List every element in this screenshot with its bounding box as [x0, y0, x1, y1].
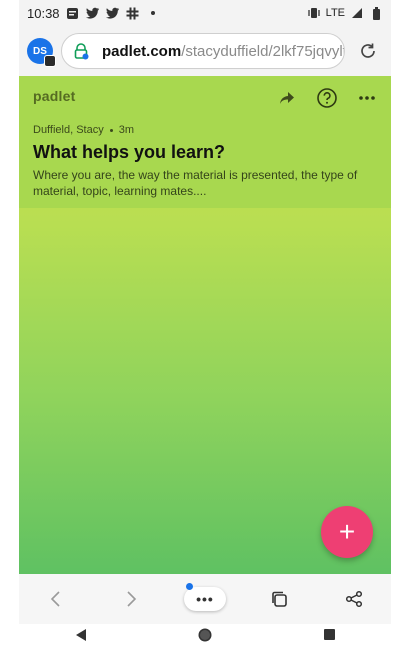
more-horizontal-icon [359, 96, 375, 100]
square-recents-icon [324, 629, 336, 640]
twitter-icon [85, 6, 100, 20]
triangle-back-icon [75, 628, 86, 641]
author-name: Duffield, Stacy [33, 124, 104, 136]
meta-separator-icon [109, 128, 113, 132]
system-nav-bar [19, 624, 391, 650]
chevron-left-icon [51, 591, 60, 607]
nav-home-button[interactable] [197, 627, 213, 648]
back-button[interactable] [35, 581, 77, 617]
lock-icon[interactable] [72, 42, 90, 60]
chevron-right-icon [127, 591, 136, 607]
help-icon [317, 88, 337, 108]
nav-recents-button[interactable] [323, 628, 336, 646]
slack-icon [126, 6, 140, 20]
share-arrow-icon [280, 92, 294, 104]
padlet-description: Where you are, the way the material is p… [33, 168, 358, 198]
circle-home-icon [198, 628, 212, 641]
account-avatar[interactable]: DS [27, 38, 56, 67]
forward-button[interactable] [110, 581, 152, 617]
browser-toolbar: ••• [19, 574, 391, 624]
more-options-button[interactable] [355, 86, 379, 110]
vibrate-icon [307, 6, 321, 20]
share-button[interactable] [333, 581, 375, 617]
status-time: 10:38 [27, 5, 60, 21]
share-icon [345, 590, 362, 608]
tabs-icon [272, 591, 288, 607]
plus-icon: + [338, 516, 356, 547]
signal-icon [350, 6, 364, 20]
help-button[interactable] [315, 86, 339, 110]
browser-url-row: DS padlet.com/stacyduffield/2lkf75jqvylt… [19, 26, 391, 76]
twitter-icon [105, 6, 120, 20]
post-time: 3m [118, 124, 135, 136]
menu-button[interactable]: ••• [183, 581, 226, 617]
padlet-title: What helps you learn? [33, 142, 226, 162]
url-path: /stacyduffield/2lkf75jqvylte [181, 42, 345, 60]
reload-icon [361, 43, 375, 58]
padlet-header: padlet Duffield, Stacy 3m What helps you… [19, 76, 391, 208]
post-meta: Duffield, Stacy 3m [33, 124, 377, 136]
reload-button[interactable] [353, 36, 383, 66]
network-type: LTE [325, 7, 345, 19]
add-post-button[interactable]: + [321, 506, 373, 558]
address-bar[interactable]: padlet.com/stacyduffield/2lkf75jqvylte [61, 33, 345, 69]
url-host: padlet.com [102, 42, 182, 60]
dot-icon [146, 6, 160, 20]
share-arrow-button[interactable] [275, 86, 299, 110]
tabs-button[interactable] [258, 581, 300, 617]
padlet-board: padlet Duffield, Stacy 3m What helps you… [19, 76, 391, 574]
battery-icon [369, 6, 383, 20]
menu-pill: ••• [183, 587, 226, 611]
notification-dot-icon [185, 583, 193, 590]
nav-back-button[interactable] [74, 628, 88, 647]
incognito-badge-icon [44, 55, 56, 67]
message-icon [66, 6, 80, 20]
status-bar: 10:38 LTE [19, 0, 391, 26]
